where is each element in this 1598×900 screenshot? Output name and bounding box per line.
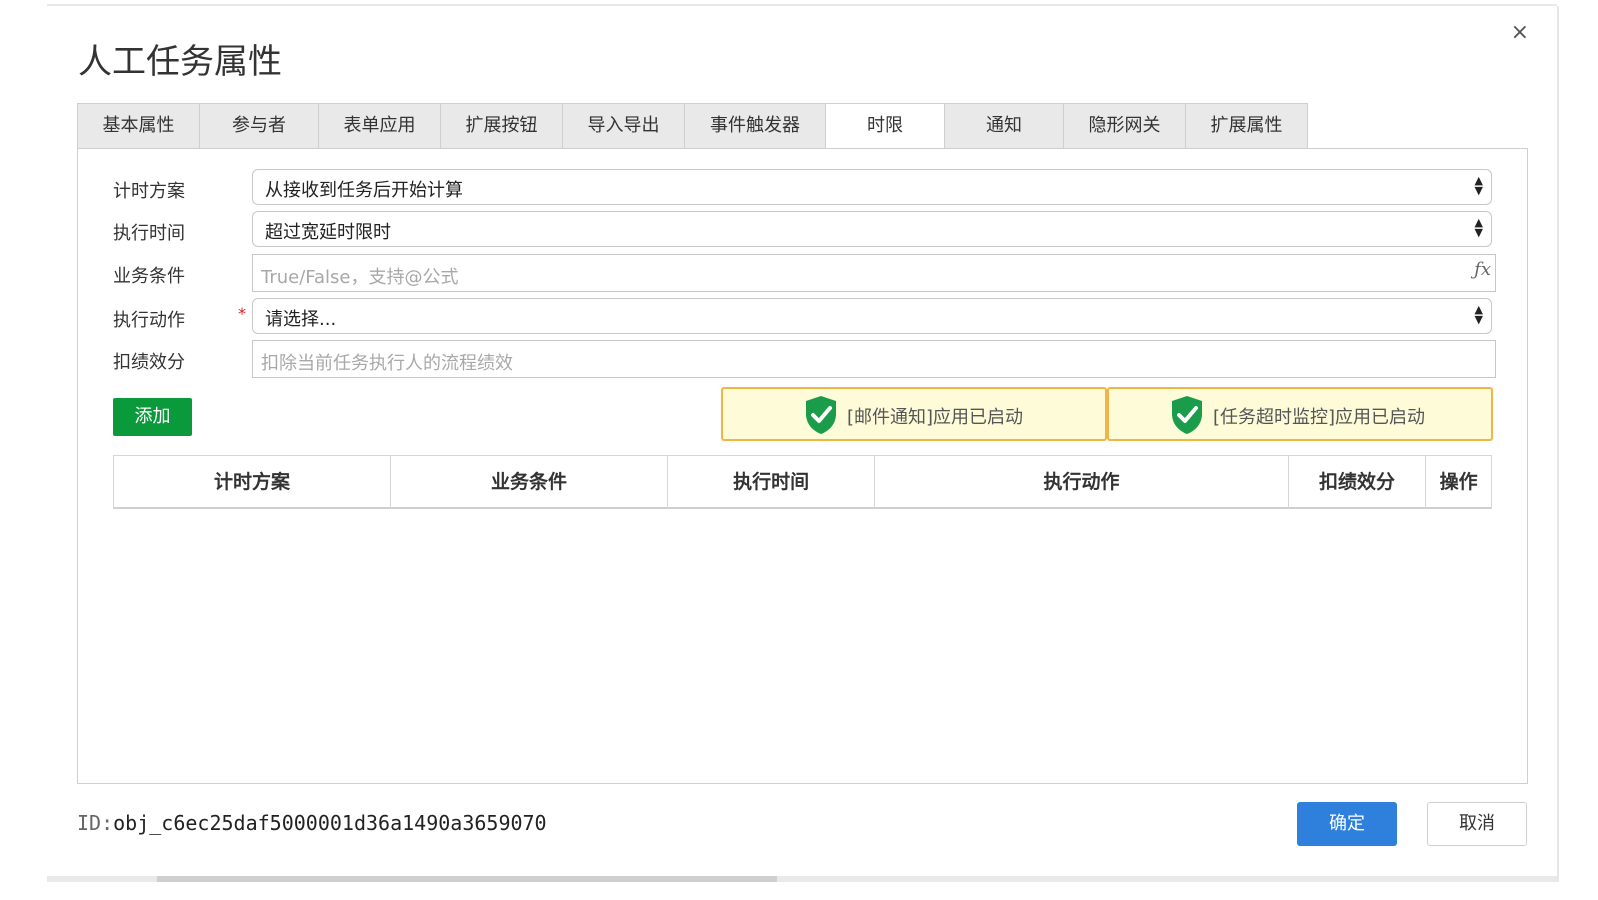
timing-scheme-row: 计时方案 从接收到任务后开始计算 ▲ ▼	[78, 169, 1527, 207]
time-limit-panel: 计时方案 从接收到任务后开始计算 ▲ ▼ 执行时间 超过宽延时限时 ▲ ▼ 业务条件…	[77, 148, 1528, 784]
close-icon[interactable]: ×	[1511, 22, 1529, 44]
tab-extend-attributes[interactable]: 扩展属性	[1185, 103, 1308, 149]
tab-invisible-gateway[interactable]: 隐形网关	[1063, 103, 1185, 149]
timing-scheme-value: 从接收到任务后开始计算	[265, 180, 463, 201]
add-button[interactable]: 添加	[113, 398, 192, 436]
object-id-value: obj_c6ec25daf5000001d36a1490a3659070	[113, 811, 547, 835]
select-arrows-icon: ▲ ▼	[1474, 216, 1483, 239]
tab-basic[interactable]: 基本属性	[77, 103, 199, 149]
col-timing-scheme: 计时方案	[114, 456, 391, 508]
col-operation: 操作	[1439, 471, 1478, 493]
select-arrows-icon: ▲ ▼	[1474, 174, 1483, 197]
object-id: ID:obj_c6ec25daf5000001d36a1490a3659070	[77, 811, 547, 835]
timeout-monitor-text: [任务超时监控]应用已启动	[1213, 407, 1426, 428]
timing-scheme-select[interactable]: 从接收到任务后开始计算 ▲ ▼	[252, 169, 1492, 205]
tab-extend-buttons[interactable]: 扩展按钮	[440, 103, 562, 149]
mail-notice-status: [邮件通知]应用已启动	[721, 387, 1107, 441]
shield-check-icon	[806, 396, 836, 434]
rules-table-header: 计时方案 业务条件 执行时间 执行动作 扣绩效分 操作	[113, 455, 1492, 509]
tab-time-limit[interactable]: 时限	[825, 103, 944, 150]
business-condition-input[interactable]: True/False，支持@公式 ƒx	[252, 254, 1496, 292]
tab-bar: 基本属性 参与者 表单应用 扩展按钮 导入导出 事件触发器 时限 通知 隐形网关…	[77, 103, 1308, 150]
scrollbar-thumb[interactable]	[157, 876, 777, 882]
timing-scheme-label: 计时方案	[113, 181, 185, 202]
exec-time-label: 执行时间	[113, 223, 185, 244]
deduct-score-label: 扣绩效分	[113, 352, 185, 373]
tab-notification[interactable]: 通知	[944, 103, 1063, 149]
col-exec-time: 执行时间	[668, 456, 876, 508]
exec-time-select[interactable]: 超过宽延时限时 ▲ ▼	[252, 211, 1492, 247]
tab-participants[interactable]: 参与者	[199, 103, 318, 149]
tab-form-app[interactable]: 表单应用	[318, 103, 440, 149]
deduct-score-input[interactable]: 扣除当前任务执行人的流程绩效	[252, 340, 1496, 378]
cancel-button[interactable]: 取消	[1427, 802, 1527, 846]
deduct-score-row: 扣绩效分 扣除当前任务执行人的流程绩效	[78, 340, 1527, 378]
col-deduct-score: 扣绩效分	[1289, 456, 1427, 508]
horizontal-scrollbar[interactable]	[47, 876, 1557, 882]
col-exec-action: 执行动作	[875, 456, 1289, 508]
shield-check-icon	[1172, 396, 1202, 434]
exec-action-value: 请选择...	[265, 309, 337, 330]
exec-time-value: 超过宽延时限时	[265, 222, 391, 243]
col-business-condition: 业务条件	[391, 456, 668, 508]
tab-import-export[interactable]: 导入导出	[562, 103, 684, 149]
required-mark: *	[238, 304, 246, 323]
timeout-monitor-status: [任务超时监控]应用已启动	[1107, 387, 1493, 441]
mail-notice-text: [邮件通知]应用已启动	[847, 407, 1024, 428]
confirm-button[interactable]: 确定	[1297, 802, 1397, 846]
dialog-title: 人工任务属性	[78, 42, 282, 82]
business-condition-label: 业务条件	[113, 266, 185, 287]
exec-action-label: 执行动作	[113, 310, 185, 331]
exec-time-row: 执行时间 超过宽延时限时 ▲ ▼	[78, 211, 1527, 249]
exec-action-select[interactable]: 请选择... ▲ ▼	[252, 298, 1492, 334]
business-condition-placeholder: True/False，支持@公式	[261, 267, 459, 288]
select-arrows-icon: ▲ ▼	[1474, 303, 1483, 326]
formula-icon[interactable]: ƒx	[1474, 259, 1491, 280]
object-id-label: ID:	[77, 811, 114, 835]
tab-event-triggers[interactable]: 事件触发器	[684, 103, 825, 149]
business-condition-row: 业务条件 True/False，支持@公式 ƒx	[78, 254, 1527, 292]
deduct-score-placeholder: 扣除当前任务执行人的流程绩效	[261, 353, 513, 374]
exec-action-row: 执行动作 * 请选择... ▲ ▼	[78, 298, 1527, 336]
